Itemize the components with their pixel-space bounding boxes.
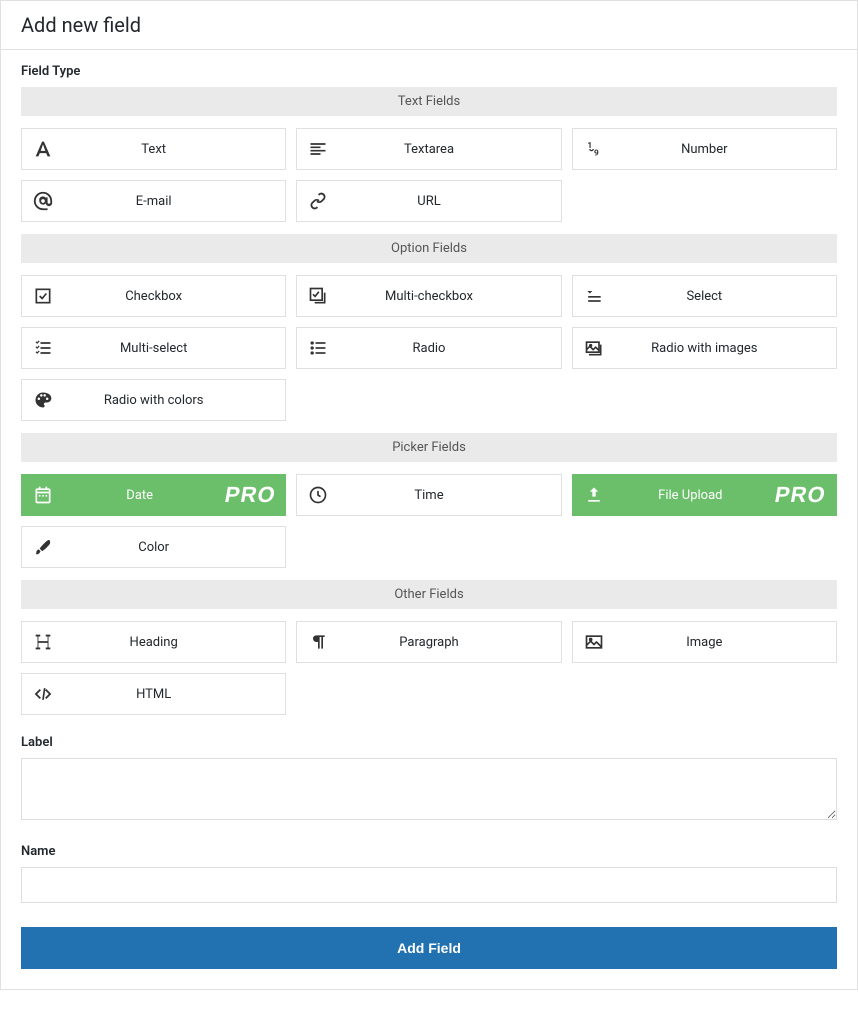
tile-label: Select [615, 289, 836, 304]
checkbox-icon [22, 276, 64, 316]
tile-textarea[interactable]: Textarea [296, 128, 561, 170]
add-field-panel: Add new field Field Type Text Fields Tex… [0, 0, 858, 990]
font-icon [22, 129, 64, 169]
at-icon [22, 181, 64, 221]
tile-label: Radio with colors [64, 393, 285, 408]
tile-radio[interactable]: Radio [296, 327, 561, 369]
tile-image[interactable]: Image [572, 621, 837, 663]
group-grid-other: Heading Paragraph Image HTML [21, 621, 837, 715]
paragraph-icon [297, 622, 339, 662]
tile-label: Heading [64, 635, 285, 650]
link-icon [297, 181, 339, 221]
tile-checkbox[interactable]: Checkbox [21, 275, 286, 317]
multi-checkbox-icon [297, 276, 339, 316]
svg-text:9: 9 [594, 149, 599, 159]
tile-paragraph[interactable]: Paragraph [296, 621, 561, 663]
label-input[interactable] [21, 758, 837, 820]
multi-select-icon [22, 328, 64, 368]
tile-heading[interactable]: Heading [21, 621, 286, 663]
group-header-text: Text Fields [21, 87, 837, 116]
tile-email[interactable]: E-mail [21, 180, 286, 222]
group-header-picker: Picker Fields [21, 433, 837, 462]
tile-file-upload[interactable]: File Upload PRO [572, 474, 837, 516]
calendar-icon [22, 475, 64, 515]
tile-label: HTML [64, 687, 285, 702]
list-icon [297, 328, 339, 368]
name-input[interactable] [21, 867, 837, 903]
code-icon [22, 674, 64, 714]
panel-body: Field Type Text Fields Text Textarea 19 [1, 50, 857, 989]
tile-label: Multi-select [64, 341, 285, 356]
group-header-option: Option Fields [21, 234, 837, 263]
select-icon [573, 276, 615, 316]
tile-radio-colors[interactable]: Radio with colors [21, 379, 286, 421]
tile-label: URL [339, 194, 560, 209]
tile-select[interactable]: Select [572, 275, 837, 317]
image-icon [573, 622, 615, 662]
tile-date[interactable]: Date PRO [21, 474, 286, 516]
tile-time[interactable]: Time [296, 474, 561, 516]
images-icon [573, 328, 615, 368]
palette-icon [22, 380, 64, 420]
tile-label: Number [615, 142, 836, 157]
group-header-other: Other Fields [21, 580, 837, 609]
panel-header: Add new field [1, 1, 857, 50]
pro-badge: PRO [222, 482, 277, 508]
number-icon: 19 [573, 129, 615, 169]
group-grid-text: Text Textarea 19 Number E-mail [21, 128, 837, 222]
group-grid-option: Checkbox Multi-checkbox Select Multi-sel… [21, 275, 837, 421]
tile-text[interactable]: Text [21, 128, 286, 170]
pro-badge: PRO [773, 482, 828, 508]
tile-label: Radio [339, 341, 560, 356]
brush-icon [22, 527, 64, 567]
heading-icon [22, 622, 64, 662]
label-field-label: Label [21, 735, 837, 750]
tile-label: Text [64, 142, 285, 157]
tile-number[interactable]: 19 Number [572, 128, 837, 170]
clock-icon [297, 475, 339, 515]
tile-color[interactable]: Color [21, 526, 286, 568]
tile-label: E-mail [64, 194, 285, 209]
tile-label: Color [64, 540, 285, 555]
tile-label: Paragraph [339, 635, 560, 650]
tile-label: Time [339, 488, 560, 503]
tile-label: Checkbox [64, 289, 285, 304]
tile-html[interactable]: HTML [21, 673, 286, 715]
name-field-label: Name [21, 844, 837, 859]
name-group: Name [21, 844, 837, 903]
label-group: Label [21, 735, 837, 824]
tile-url[interactable]: URL [296, 180, 561, 222]
add-field-button[interactable]: Add Field [21, 927, 837, 969]
tile-multi-select[interactable]: Multi-select [21, 327, 286, 369]
tile-radio-images[interactable]: Radio with images [572, 327, 837, 369]
field-type-label: Field Type [21, 64, 837, 79]
upload-icon [573, 475, 615, 515]
tile-multi-checkbox[interactable]: Multi-checkbox [296, 275, 561, 317]
tile-label: Textarea [339, 142, 560, 157]
tile-label: Image [615, 635, 836, 650]
tile-label: Multi-checkbox [339, 289, 560, 304]
align-left-icon [297, 129, 339, 169]
panel-title: Add new field [21, 13, 837, 37]
tile-label: Radio with images [615, 341, 836, 356]
group-grid-picker: Date PRO Time File Upload PRO C [21, 474, 837, 568]
